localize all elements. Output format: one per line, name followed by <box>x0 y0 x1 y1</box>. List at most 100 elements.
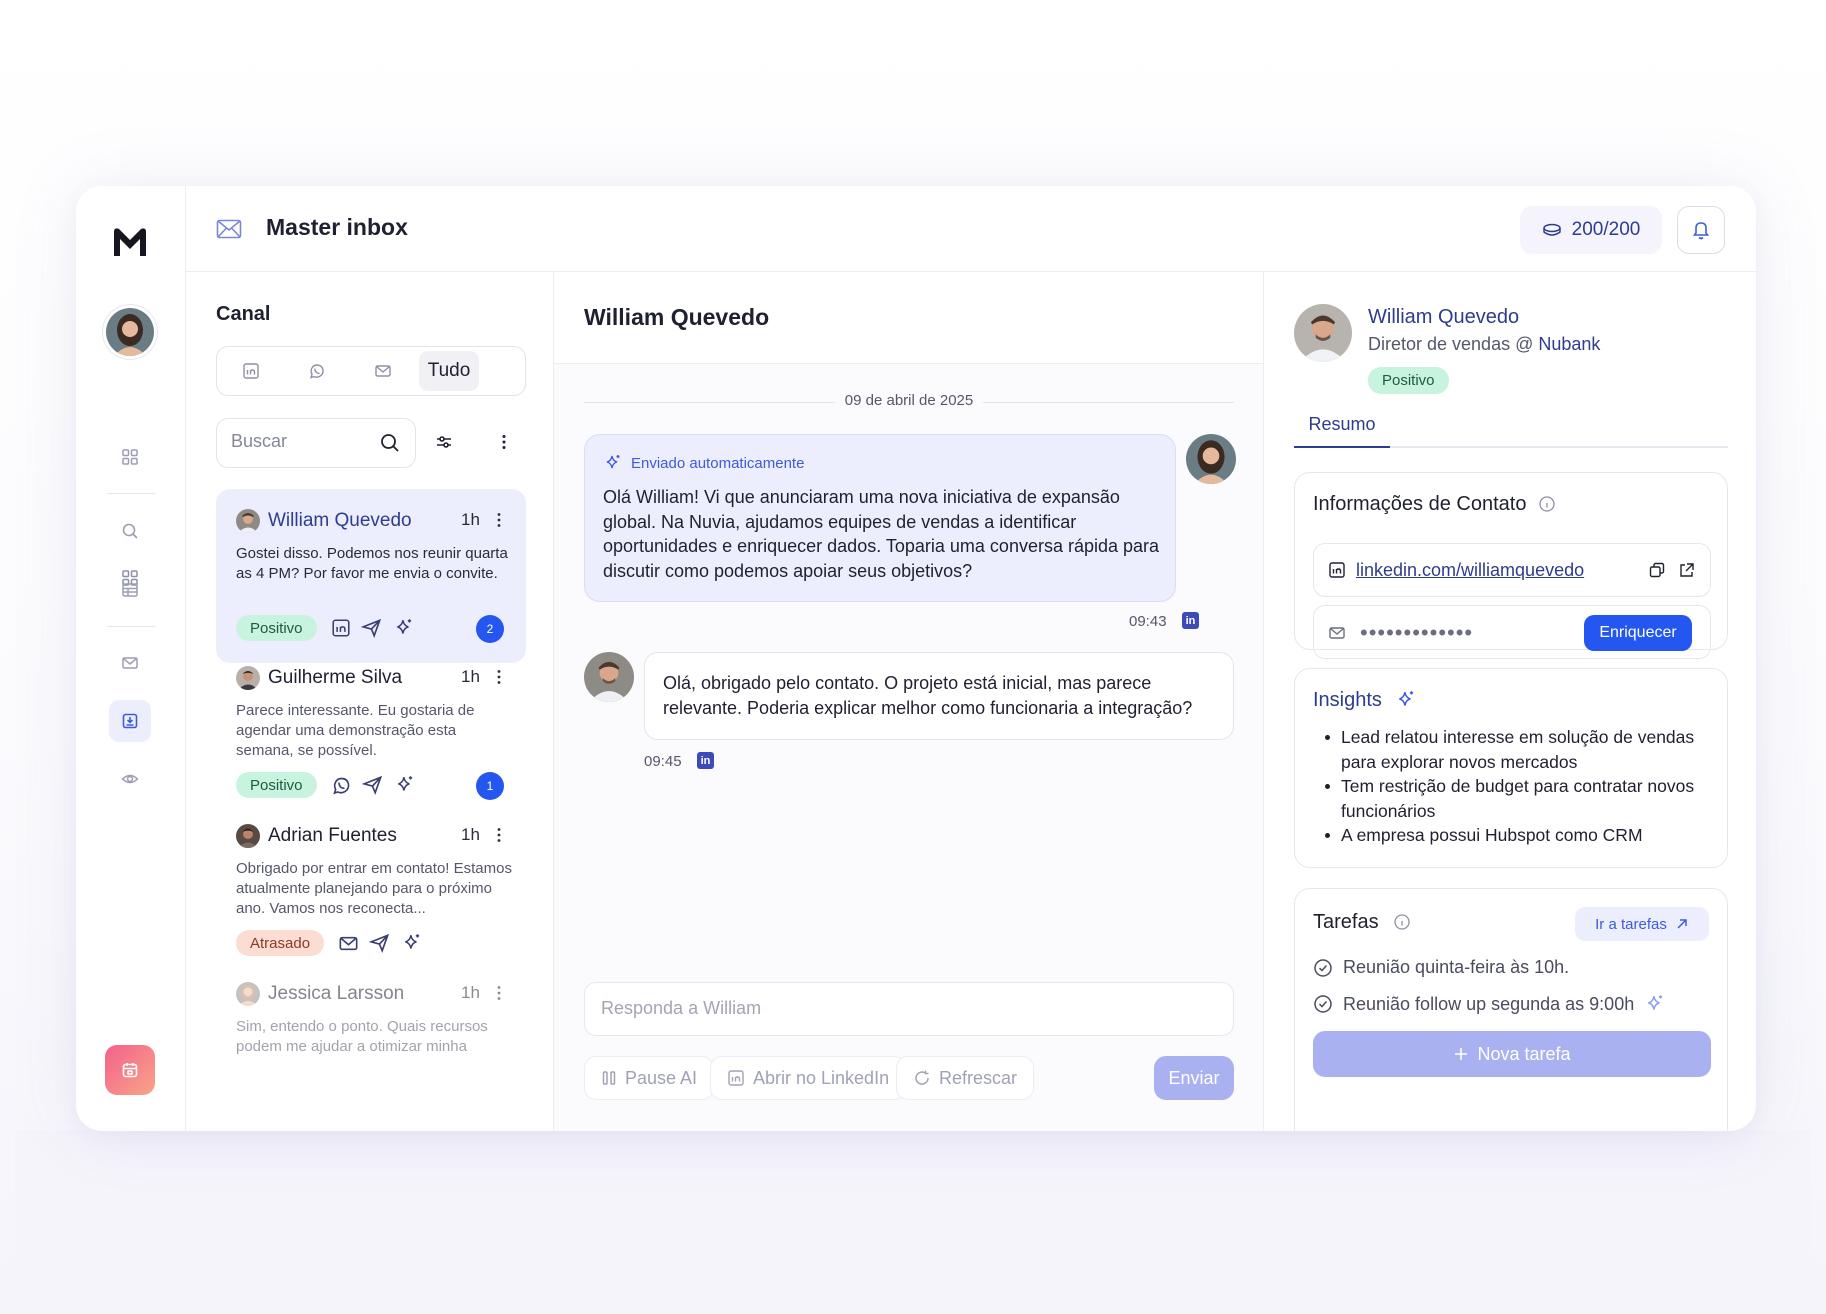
conversation-menu-icon[interactable] <box>496 826 502 849</box>
auto-sent-label: Enviado automaticamente <box>631 455 805 472</box>
inbox-icon[interactable] <box>109 700 151 742</box>
task-label: Reunião quinta-feira às 10h. <box>1343 957 1570 977</box>
check-circle-icon[interactable] <box>1313 994 1333 1014</box>
go-to-tasks-button[interactable]: Ir a tarefas <box>1575 907 1709 941</box>
envelope-icon <box>216 218 242 245</box>
contact-avatar <box>236 666 260 690</box>
credits-value: 200/200 <box>1571 219 1641 240</box>
channel-tabs: Tudo <box>216 346 526 396</box>
contact-info-card: Informações de Contato linkedin.com/will… <box>1294 472 1728 659</box>
table-icon[interactable] <box>109 569 151 611</box>
eye-icon[interactable] <box>109 758 151 800</box>
send-icon <box>361 618 382 638</box>
check-circle-icon[interactable] <box>1313 958 1333 978</box>
conversation-menu-icon[interactable] <box>496 511 502 534</box>
open-linkedin-label: Abrir no LinkedIn <box>753 1067 890 1088</box>
search-icon[interactable] <box>109 510 151 552</box>
new-task-label: Nova tarefa <box>1477 1043 1571 1064</box>
grid-icon[interactable] <box>109 436 151 478</box>
message-time: 09:45 <box>644 753 682 770</box>
whatsapp-icon <box>309 364 324 379</box>
bell-icon <box>1692 222 1710 240</box>
info-icon[interactable] <box>1393 913 1411 936</box>
filter-sliders-icon[interactable] <box>434 432 454 457</box>
refresh-icon <box>915 1070 929 1085</box>
tab-linkedin[interactable] <box>221 351 281 391</box>
task-item[interactable]: Reunião follow up segunda as 9:00h <box>1313 993 1666 1015</box>
brand-logo-icon[interactable] <box>110 222 150 262</box>
contact-name[interactable]: William Quevedo <box>1368 306 1519 329</box>
refresh-button[interactable]: Refrescar <box>896 1056 1035 1100</box>
coins-icon <box>1542 223 1561 236</box>
unread-count: 1 <box>476 772 504 800</box>
contact-company[interactable]: Nubank <box>1538 334 1600 354</box>
insights-title: Insights <box>1313 689 1382 711</box>
arrow-up-right-icon <box>1677 919 1687 929</box>
linkedin-icon <box>243 363 259 379</box>
page-backdrop <box>15 1130 1811 1314</box>
channel-title: Canal <box>216 303 271 325</box>
contact-name: William Quevedo <box>268 510 412 531</box>
mail-icon <box>1328 624 1346 647</box>
left-rail <box>76 186 186 1131</box>
info-icon[interactable] <box>1538 495 1556 518</box>
conversation-item-william[interactable]: William Quevedo 1h Gostei disso. Podemos… <box>216 489 526 663</box>
conversation-time: 1h <box>461 667 480 686</box>
sender-avatar <box>1186 434 1236 484</box>
pause-icon <box>602 1071 616 1085</box>
enrich-button[interactable]: Enriquecer <box>1584 615 1692 651</box>
tasks-title: Tarefas <box>1313 911 1379 933</box>
tab-underline <box>1294 446 1728 448</box>
task-item[interactable]: Reunião quinta-feira às 10h. <box>1313 957 1569 978</box>
conversation-item-jessica[interactable]: Jessica Larsson 1h Sim, entendo o ponto.… <box>216 962 526 1131</box>
tab-whatsapp[interactable] <box>287 351 347 391</box>
conversation-menu-icon[interactable] <box>496 668 502 691</box>
search-input[interactable] <box>231 431 371 452</box>
conversation-time: 1h <box>461 510 480 529</box>
external-link-icon[interactable] <box>1678 561 1696 584</box>
more-options-icon[interactable] <box>494 432 514 457</box>
contact-avatar <box>236 509 260 533</box>
whatsapp-icon <box>333 777 350 794</box>
linkedin-field: linkedin.com/williamquevedo <box>1313 543 1711 597</box>
conversation-item-adrian[interactable]: Adrian Fuentes 1h Obrigado por entrar em… <box>216 804 526 978</box>
user-avatar[interactable] <box>106 308 154 356</box>
conversation-channel-icons <box>331 617 415 639</box>
copy-icon[interactable] <box>1648 561 1666 584</box>
message-time: 09:43 <box>1129 613 1167 630</box>
incoming-message: Olá, obrigado pelo contato. O projeto es… <box>644 652 1234 740</box>
outgoing-message: Enviado automaticamente Olá William! Vi … <box>584 434 1176 602</box>
contact-name: Adrian Fuentes <box>268 825 397 846</box>
send-icon <box>369 933 390 953</box>
conversation-item-guilherme[interactable]: Guilherme Silva 1h Parece interessante. … <box>216 646 526 820</box>
sparkle-icon <box>397 619 412 634</box>
email-field: ••••••••••••• Enriquecer <box>1313 605 1711 659</box>
tab-email[interactable] <box>353 351 413 391</box>
insights-list: Lead relatou interesse em solução de ven… <box>1317 725 1717 848</box>
linkedin-icon <box>332 619 350 637</box>
sparkle-icon <box>398 776 413 791</box>
send-button[interactable]: Enviar <box>1154 1056 1234 1100</box>
tab-all[interactable]: Tudo <box>419 351 479 391</box>
status-badge: Positivo <box>236 615 317 641</box>
credits-counter[interactable]: 200/200 <box>1520 206 1662 254</box>
new-task-button[interactable]: Nova tarefa <box>1313 1031 1711 1077</box>
linkedin-link[interactable]: linkedin.com/williamquevedo <box>1356 560 1584 581</box>
pause-ai-button[interactable]: Pause AI <box>584 1056 715 1100</box>
reply-input[interactable] <box>601 998 1201 1019</box>
conversation-preview: Parece interessante. Eu gostaria de agen… <box>236 702 475 759</box>
contact-details-panel: William Quevedo Diretor de vendas @ Nuba… <box>1264 272 1756 1131</box>
tab-summary[interactable]: Resumo <box>1294 414 1390 446</box>
search-icon[interactable] <box>379 432 401 459</box>
reply-box <box>584 982 1234 1036</box>
calendar-app-icon[interactable] <box>105 1045 155 1095</box>
insights-card: Insights Lead relatou interesse em soluç… <box>1294 668 1728 868</box>
conversation-menu-icon[interactable] <box>496 984 502 1007</box>
notifications-button[interactable] <box>1677 206 1725 254</box>
conversation-channel-icons <box>331 774 416 796</box>
mail-icon <box>375 365 391 377</box>
tasks-card: Tarefas Ir a tarefas Reunião quinta-feir… <box>1294 888 1728 1131</box>
mail-icon[interactable] <box>109 642 151 684</box>
go-to-tasks-label: Ir a tarefas <box>1595 915 1667 933</box>
open-linkedin-button[interactable]: Abrir no LinkedIn <box>710 1056 907 1100</box>
